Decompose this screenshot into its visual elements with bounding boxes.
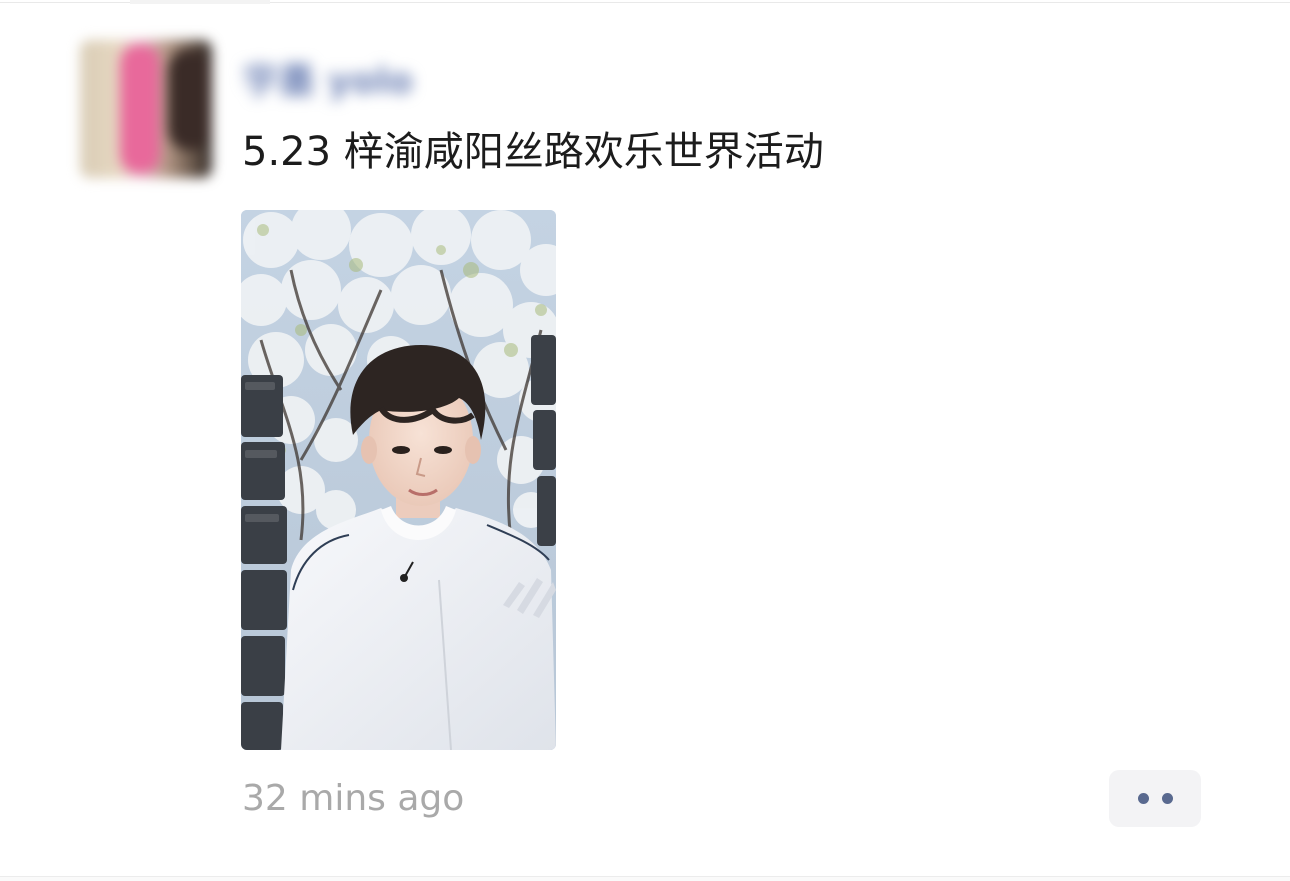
more-dots-icon	[1137, 793, 1149, 804]
post-timestamp: 32 mins ago	[242, 778, 465, 819]
username[interactable]: 宇墨 yolo	[243, 52, 413, 104]
more-dots-icon	[1161, 793, 1173, 804]
more-options-button[interactable]	[1109, 770, 1201, 827]
bottom-strip	[0, 877, 1290, 881]
post-text: 5.23 梓渝咸阳丝路欢乐世界活动	[242, 129, 824, 175]
post-photo[interactable]	[241, 210, 556, 750]
top-divider-tab	[130, 0, 270, 4]
avatar[interactable]	[80, 40, 212, 178]
